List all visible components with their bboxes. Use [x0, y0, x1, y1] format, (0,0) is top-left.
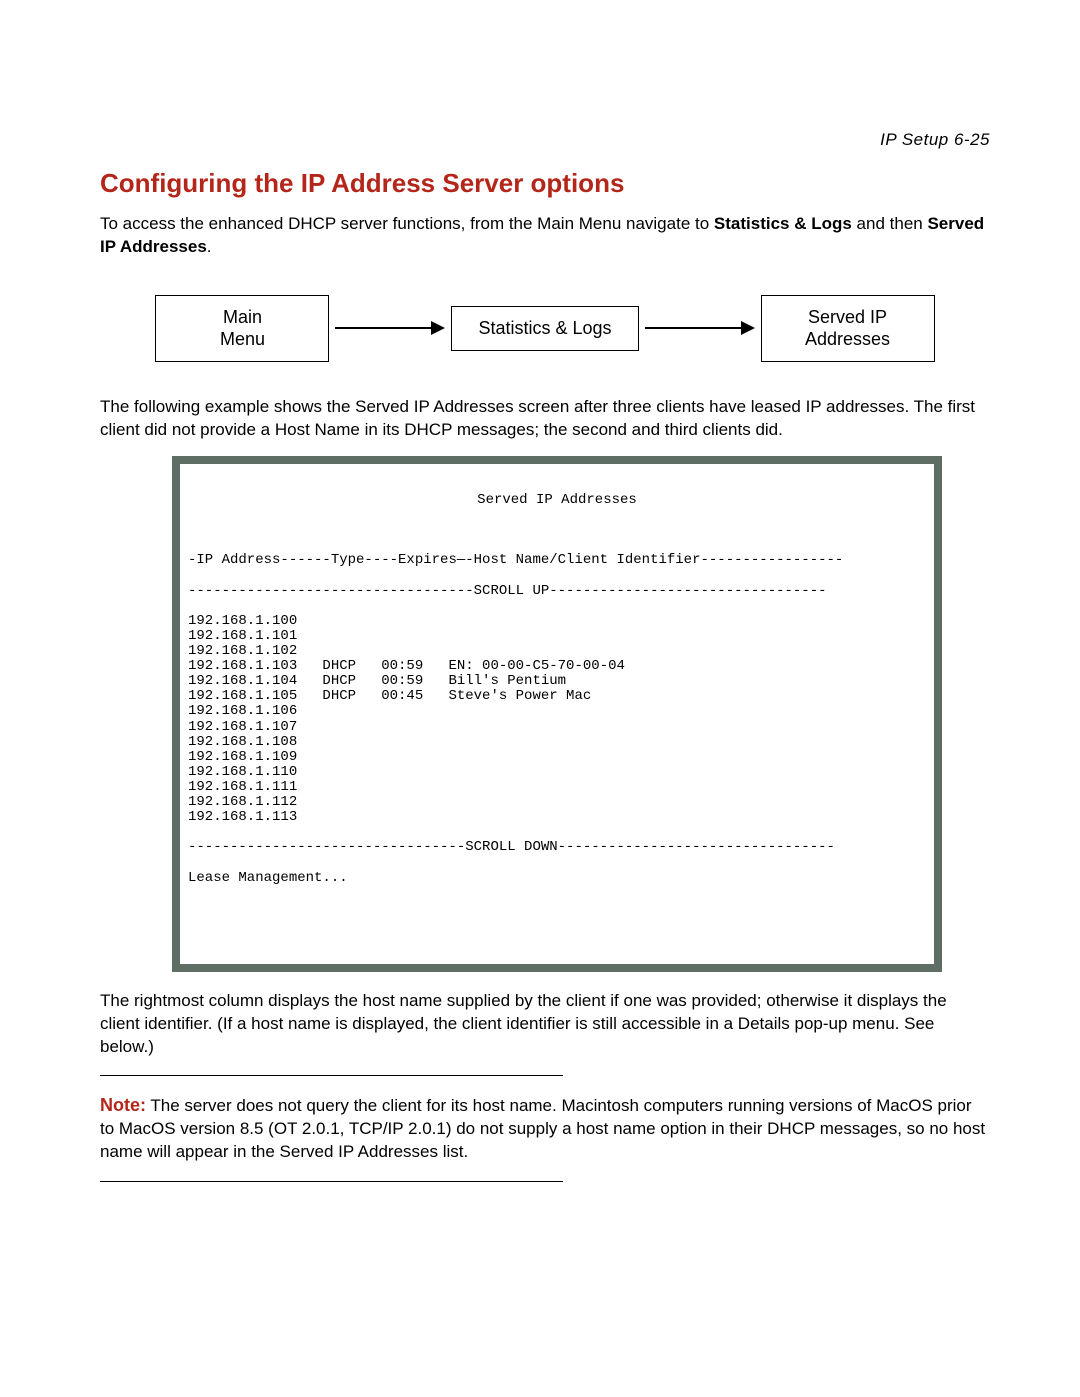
breadcrumb-box-stats-logs: Statistics & Logs: [451, 306, 638, 351]
terminal-window: Served IP Addresses -IP Address------Typ…: [172, 456, 942, 972]
terminal-row: 192.168.1.113: [188, 810, 926, 825]
terminal-scroll-up: ----------------------------------SCROLL…: [188, 584, 926, 599]
terminal-row: 192.168.1.111: [188, 780, 926, 795]
terminal-row: 192.168.1.100: [188, 614, 926, 629]
intro-paragraph: To access the enhanced DHCP server funct…: [100, 213, 990, 259]
section-title: Configuring the IP Address Server option…: [100, 168, 990, 199]
running-head: IP Setup 6-25: [100, 130, 990, 150]
note-rule-bottom: [100, 1181, 563, 1182]
terminal-rows: 192.168.1.100192.168.1.101192.168.1.1021…: [188, 614, 926, 826]
intro-text-mid: and then: [852, 214, 928, 233]
terminal-row: 192.168.1.112: [188, 795, 926, 810]
intro-bold-stats: Statistics & Logs: [714, 214, 852, 233]
breadcrumb-diagram: Main Menu Statistics & Logs Served IP Ad…: [100, 295, 990, 362]
breadcrumb-box-main-menu: Main Menu: [155, 295, 329, 362]
terminal-column-header: -IP Address------Type----Expires—-Host N…: [188, 553, 926, 568]
terminal-row: 192.168.1.108: [188, 735, 926, 750]
note-rule-top: [100, 1075, 563, 1076]
breadcrumb-box3-line2: Addresses: [788, 328, 908, 351]
terminal-row: 192.168.1.109: [188, 750, 926, 765]
terminal-title: Served IP Addresses: [188, 493, 926, 508]
terminal-row: 192.168.1.105 DHCP 00:45 Steve's Power M…: [188, 689, 926, 704]
breadcrumb-box2-label: Statistics & Logs: [478, 318, 611, 338]
arrow-icon: [645, 323, 755, 333]
breadcrumb-box1-line2: Menu: [182, 328, 302, 351]
intro-text-pre: To access the enhanced DHCP server funct…: [100, 214, 714, 233]
note-label: Note:: [100, 1095, 146, 1115]
terminal-row: 192.168.1.110: [188, 765, 926, 780]
terminal-row: 192.168.1.101: [188, 629, 926, 644]
note-body-text: The server does not query the client for…: [100, 1096, 985, 1161]
example-paragraph: The following example shows the Served I…: [100, 396, 990, 442]
terminal-row: 192.168.1.107: [188, 720, 926, 735]
terminal-footer: Lease Management...: [188, 871, 926, 886]
breadcrumb-box3-line1: Served IP: [788, 306, 908, 329]
breadcrumb-box-served-ip: Served IP Addresses: [761, 295, 935, 362]
terminal-scroll-down: ---------------------------------SCROLL …: [188, 840, 926, 855]
page: IP Setup 6-25 Configuring the IP Address…: [0, 0, 1080, 1242]
note-paragraph: Note: The server does not query the clie…: [100, 1093, 990, 1164]
terminal-row: 192.168.1.102: [188, 644, 926, 659]
terminal-blank: [188, 523, 926, 538]
terminal-row: 192.168.1.103 DHCP 00:59 EN: 00-00-C5-70…: [188, 659, 926, 674]
breadcrumb-box1-line1: Main: [182, 306, 302, 329]
terminal-row: 192.168.1.106: [188, 704, 926, 719]
intro-text-post: .: [207, 237, 212, 256]
arrow-icon: [335, 323, 445, 333]
terminal-content: Served IP Addresses -IP Address------Typ…: [180, 464, 934, 964]
terminal-row: 192.168.1.104 DHCP 00:59 Bill's Pentium: [188, 674, 926, 689]
rightmost-paragraph: The rightmost column displays the host n…: [100, 990, 990, 1059]
